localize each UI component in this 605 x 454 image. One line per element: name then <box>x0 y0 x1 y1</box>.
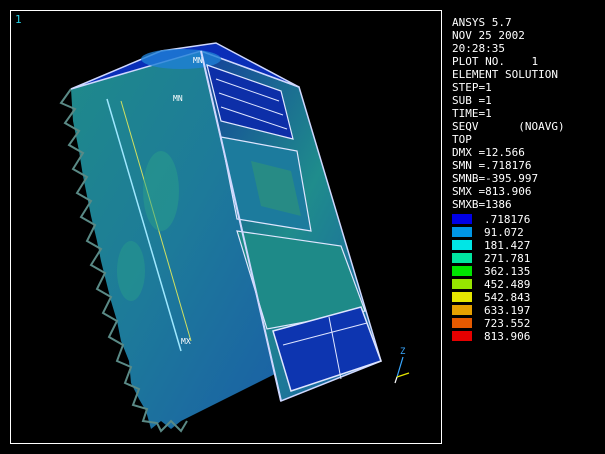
info-line: 20:28:35 <box>452 42 505 55</box>
info-line: SMX =813.906 <box>452 185 532 198</box>
info-line: TOP <box>452 133 472 146</box>
legend-swatch <box>452 266 472 276</box>
info-line: SUB =1 <box>452 94 492 107</box>
graphics-viewport[interactable]: 1 MN MN MX Z <box>10 10 442 444</box>
axis-triad <box>394 356 410 384</box>
legend-swatch <box>452 292 472 302</box>
info-line: ANSYS 5.7 <box>452 16 512 29</box>
legend-swatch <box>452 318 472 328</box>
legend-swatch <box>452 214 472 224</box>
legend-swatch <box>452 331 472 341</box>
info-line: SMXB=1386 <box>452 198 512 211</box>
info-line: PLOT NO. 1 <box>452 55 539 68</box>
info-line: SEQV (NOAVG) <box>452 120 565 133</box>
legend-swatch <box>452 240 472 250</box>
top-marker: MN <box>193 56 203 65</box>
legend-swatch <box>452 253 472 263</box>
mx-marker: MX <box>181 337 191 346</box>
info-line: ELEMENT SOLUTION <box>452 68 558 81</box>
info-line: DMX =12.566 <box>452 146 525 159</box>
info-line: SMNB=-395.997 <box>452 172 539 185</box>
fea-contour-model: MN MN MX <box>59 42 410 433</box>
plot-info-panel: ANSYS 5.7 NOV 25 2002 20:28:35 PLOT NO. … <box>452 16 565 211</box>
mn-marker: MN <box>173 94 183 103</box>
info-line: SMN =.718176 <box>452 159 532 172</box>
legend-swatch <box>452 279 472 289</box>
axis-z-label: Z <box>400 347 406 357</box>
info-line: STEP=1 <box>452 81 492 94</box>
legend-swatch <box>452 227 472 237</box>
legend-swatch <box>452 305 472 315</box>
info-line: NOV 25 2002 <box>452 29 525 42</box>
info-line: TIME=1 <box>452 107 492 120</box>
